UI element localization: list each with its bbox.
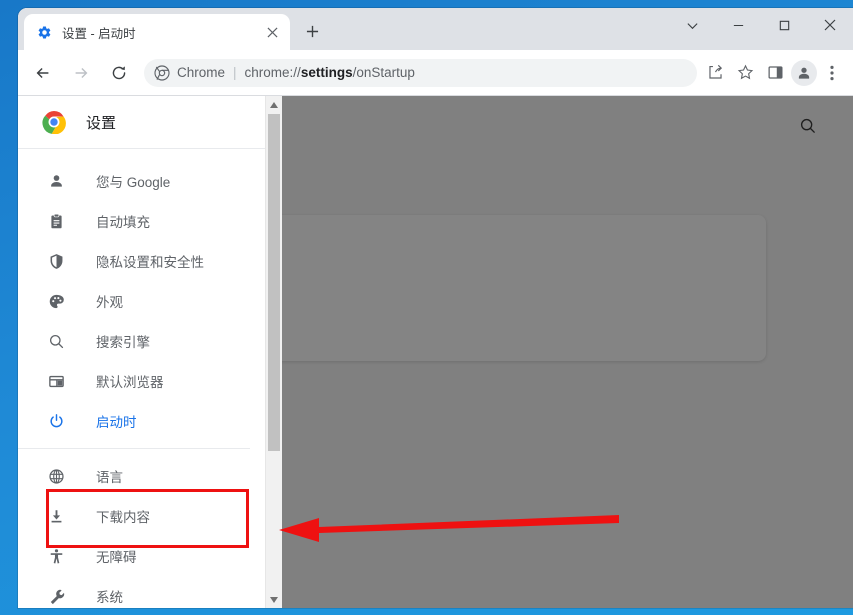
sidebar-item-appearance[interactable]: 外观	[18, 281, 250, 321]
back-button[interactable]	[27, 57, 59, 89]
star-icon[interactable]	[731, 59, 759, 87]
sidebar-item-accessibility[interactable]: 无障碍	[18, 536, 250, 576]
sidebar-item-label: 您与 Google	[96, 175, 171, 190]
forward-button[interactable]	[65, 57, 97, 89]
sidebar-item-label: 启动时	[96, 415, 137, 430]
globe-icon	[46, 466, 66, 486]
tab-strip: 设置 - 启动时	[18, 8, 853, 50]
sidebar-item-default-browser[interactable]: 默认浏览器	[18, 361, 250, 401]
omnibox-separator: |	[233, 65, 237, 80]
power-icon	[46, 411, 66, 431]
settings-header: 设置	[18, 96, 265, 149]
browser-toolbar: Chrome | chrome://settings/onStartup	[18, 50, 853, 96]
three-dot-menu-icon[interactable]	[819, 59, 845, 87]
settings-menu-list: 您与 Google 自动填充 隐私设置和安全性 外观 搜索引擎 默认浏览器 启动…	[18, 149, 250, 608]
download-icon	[46, 506, 66, 526]
sidebar-item-system[interactable]: 系统	[18, 576, 250, 608]
sidebar-item-label: 系统	[96, 590, 123, 605]
window-controls	[669, 8, 853, 50]
sidebar-item-label: 语言	[96, 470, 123, 485]
browser-icon	[46, 371, 66, 391]
clipboard-icon	[46, 211, 66, 231]
scroll-down-arrow-icon[interactable]	[266, 591, 282, 608]
sidebar-item-autofill[interactable]: 自动填充	[18, 201, 250, 241]
sidebar-item-label: 搜索引擎	[96, 335, 150, 350]
chevron-down-icon[interactable]	[669, 8, 715, 42]
sidebar-item-label: 自动填充	[96, 215, 150, 230]
sidebar-item-you-and-google[interactable]: 您与 Google	[18, 161, 250, 201]
sidebar-scrollbar[interactable]	[265, 96, 282, 608]
shield-icon	[46, 251, 66, 271]
maximize-icon[interactable]	[761, 8, 807, 42]
close-window-icon[interactable]	[807, 8, 853, 42]
sidebar-item-downloads[interactable]: 下载内容	[18, 496, 250, 536]
chrome-icon	[154, 64, 170, 81]
reload-button[interactable]	[103, 57, 135, 89]
sidebar-item-label: 默认浏览器	[96, 375, 164, 390]
search-icon[interactable]	[796, 114, 820, 138]
sidebar-item-label: 下载内容	[96, 510, 150, 525]
settings-sidebar: 设置 您与 Google 自动填充 隐私设置和安全性 外观 搜索引擎 默认浏览器…	[18, 96, 265, 608]
profile-avatar-icon[interactable]	[791, 59, 817, 86]
person-icon	[46, 171, 66, 191]
gear-icon	[36, 24, 52, 40]
settings-page: 页 页 设置	[18, 96, 853, 608]
sidebar-item-label: 无障碍	[96, 550, 137, 565]
pointer-arrow	[279, 515, 619, 542]
sidebar-item-on-startup[interactable]: 启动时	[18, 401, 250, 441]
settings-title: 设置	[86, 114, 117, 132]
omnibox-url: chrome://settings/onStartup	[245, 65, 415, 80]
scrollbar-thumb[interactable]	[268, 114, 280, 451]
sidebar-item-search-engine[interactable]: 搜索引擎	[18, 321, 250, 361]
wrench-icon	[46, 586, 66, 606]
url-bold-segment: settings	[300, 65, 353, 80]
tab-title: 设置 - 启动时	[62, 26, 136, 41]
new-tab-button[interactable]	[298, 17, 326, 45]
url-prefix: chrome://	[244, 65, 301, 80]
side-panel-icon[interactable]	[761, 59, 789, 87]
omnibox-scheme-label: Chrome	[177, 65, 226, 80]
accessibility-icon	[46, 546, 66, 566]
sidebar-divider	[18, 448, 250, 449]
browser-window: 设置 - 启动时 Chrome | chrome://settings/onSt…	[18, 8, 853, 608]
sidebar-item-languages[interactable]: 语言	[18, 456, 250, 496]
url-suffix: /onStartup	[352, 65, 415, 80]
address-bar[interactable]: Chrome | chrome://settings/onStartup	[144, 58, 697, 87]
magnifier-icon	[46, 331, 66, 351]
sidebar-item-label: 隐私设置和安全性	[96, 255, 204, 270]
startup-options-card	[239, 215, 766, 361]
palette-icon	[46, 291, 66, 311]
minimize-icon[interactable]	[715, 8, 761, 42]
sidebar-item-privacy[interactable]: 隐私设置和安全性	[18, 241, 250, 281]
share-icon[interactable]	[701, 59, 729, 87]
browser-tab[interactable]: 设置 - 启动时	[24, 14, 290, 50]
sidebar-item-label: 外观	[96, 295, 123, 310]
chrome-logo	[42, 110, 66, 135]
scroll-up-arrow-icon[interactable]	[266, 96, 282, 113]
close-icon[interactable]	[260, 20, 284, 44]
screen: 设置 - 启动时 Chrome | chrome://settings/onSt…	[0, 0, 853, 615]
